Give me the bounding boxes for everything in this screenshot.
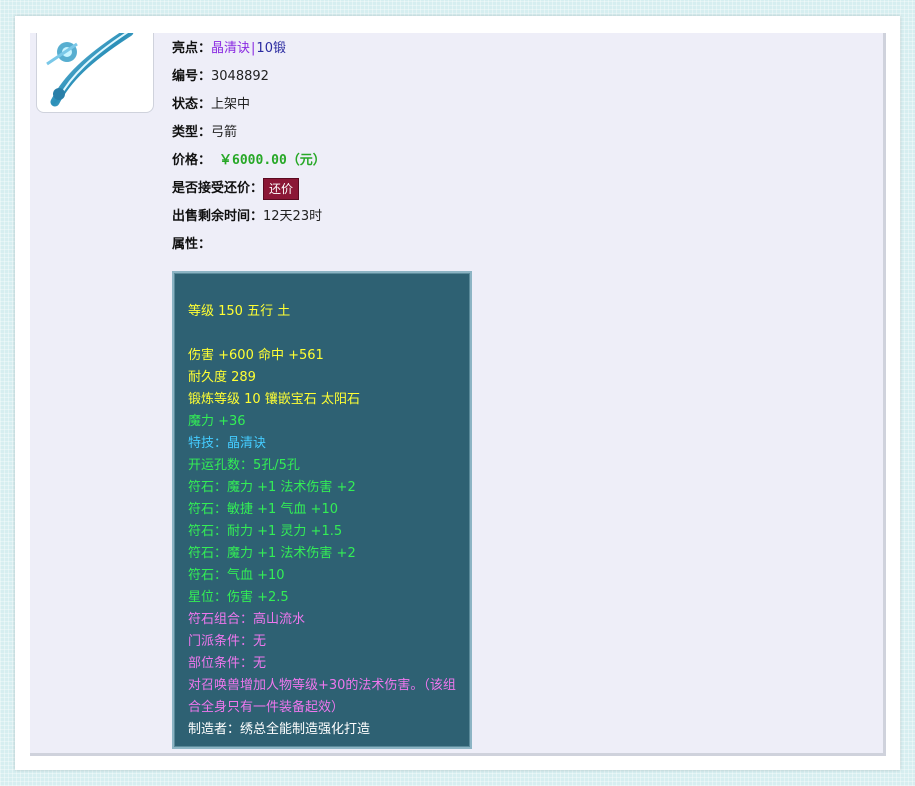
remaining-time-label: 出售剩余时间：	[172, 209, 264, 224]
attr-spacer	[188, 323, 470, 345]
highlight-label: 亮点：	[172, 41, 212, 56]
remaining-time-row: 出售剩余时间：12天23时	[172, 205, 772, 233]
item-detail-panel: 亮点：晶清诀|10锻 编号：3048892 状态：上架中 类型：弓箭 价格： ￥6…	[30, 33, 886, 756]
attr-rune-1: 符石：魔力 +1 法术伤害 +2	[188, 480, 356, 495]
counter-offer-label: 是否接受还价：	[172, 181, 264, 196]
type-label: 类型：	[172, 125, 212, 140]
price-value: ￥6000.00（元）	[219, 153, 326, 168]
highlight-skill: 晶清诀	[211, 41, 251, 56]
status-label: 状态：	[172, 97, 212, 112]
attr-star: 星位：伤害 +2.5	[188, 590, 289, 605]
attr-combo-effect: 对召唤兽增加人物等级+30的法术伤害。（该组合全身只有一件装备起效）	[188, 678, 456, 715]
number-value: 3048892	[211, 69, 269, 84]
attr-sect-condition: 门派条件：无	[188, 634, 267, 649]
attr-combo: 符石组合：高山流水	[188, 612, 306, 627]
attr-rune-2: 符石：敏捷 +1 气血 +10	[188, 502, 338, 517]
counter-offer-row: 是否接受还价： 还价	[172, 177, 772, 205]
attributes-row: 属性：	[172, 233, 772, 261]
attr-holes: 开运孔数：5孔/5孔	[188, 458, 300, 473]
remaining-time-value: 12天23时	[263, 209, 323, 224]
type-value: 弓箭	[211, 125, 238, 140]
price-row: 价格： ￥6000.00（元）	[172, 149, 772, 177]
attributes-label: 属性：	[172, 237, 212, 252]
attributes-box: 等级 150 五行 土 伤害 +600 命中 +561 耐久度 289 锻炼等级…	[172, 271, 472, 749]
attr-slot-condition: 部位条件：无	[188, 656, 267, 671]
status-value: 上架中	[211, 97, 251, 112]
attr-skill: 特技：晶清诀	[188, 436, 267, 451]
number-row: 编号：3048892	[172, 65, 772, 93]
highlight-row: 亮点：晶清诀|10锻	[172, 37, 772, 65]
item-info: 亮点：晶清诀|10锻 编号：3048892 状态：上架中 类型：弓箭 价格： ￥6…	[172, 37, 772, 261]
highlight-forge: 10锻	[256, 41, 286, 56]
highlight-separator: |	[251, 41, 256, 56]
attr-damage: 伤害 +600 命中 +561	[188, 348, 324, 363]
attr-level: 等级 150 五行 土	[188, 304, 291, 319]
attr-maker: 制造者：绣总全能制造强化打造	[188, 722, 371, 737]
price-label: 价格：	[172, 153, 212, 168]
item-thumbnail	[36, 33, 154, 113]
attr-magic: 魔力 +36	[188, 414, 246, 429]
type-row: 类型：弓箭	[172, 121, 772, 149]
bow-weapon-icon	[46, 33, 134, 107]
counter-offer-button[interactable]: 还价	[263, 177, 300, 200]
attr-durability: 耐久度 289	[188, 370, 256, 385]
number-label: 编号：	[172, 69, 212, 84]
status-row: 状态：上架中	[172, 93, 772, 121]
attr-rune-3: 符石：耐力 +1 灵力 +1.5	[188, 524, 343, 539]
attr-rune-4: 符石：魔力 +1 法术伤害 +2	[188, 546, 356, 561]
attr-forge: 锻炼等级 10 镶嵌宝石 太阳石	[188, 392, 360, 407]
attr-rune-5: 符石：气血 +10	[188, 568, 285, 583]
